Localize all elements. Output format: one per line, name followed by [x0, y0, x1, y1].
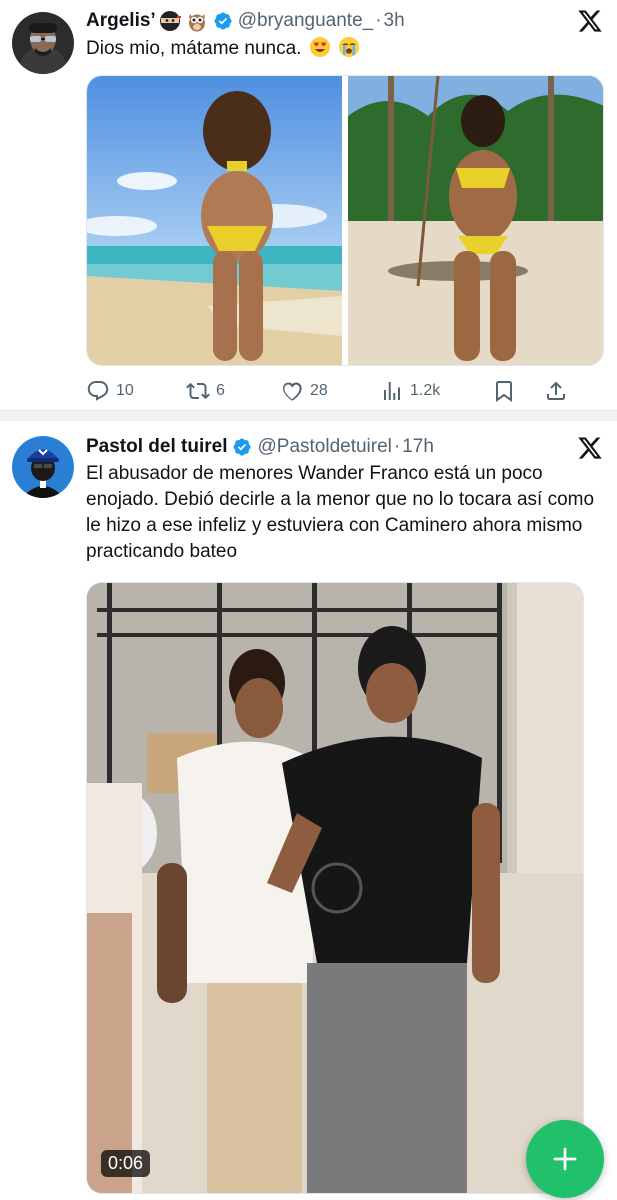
views-icon: [384, 382, 400, 400]
handle[interactable]: @Pastoldetuirel: [257, 436, 391, 458]
separator-dot: ·: [375, 10, 382, 31]
reply-button[interactable]: 10: [86, 379, 186, 403]
reply-count: 10: [116, 382, 134, 399]
handle[interactable]: @bryanguante_: [238, 10, 374, 32]
avatar[interactable]: [12, 12, 74, 74]
bookmark-button[interactable]: [492, 379, 544, 403]
bookmark-icon: [496, 381, 512, 402]
display-name[interactable]: Argelis’: [86, 10, 156, 32]
tweet-separator: [0, 410, 617, 421]
crying-face-icon: [338, 36, 360, 58]
tweet[interactable]: Pastol del tuirel @Pastoldetuirel · 17h …: [0, 421, 617, 1200]
photo[interactable]: [348, 76, 603, 365]
tweet[interactable]: Argelis’ @bryanguante_ · 3h Dios mio, má…: [0, 0, 617, 410]
x-logo-icon[interactable]: [577, 8, 603, 34]
timestamp[interactable]: 17h: [402, 436, 434, 458]
heart-eyes-icon: [309, 36, 331, 58]
like-button[interactable]: 28: [280, 379, 380, 403]
photo[interactable]: [87, 76, 342, 365]
heart-icon: [283, 382, 302, 401]
tweet-text-content: Dios mio, mátame nunca.: [86, 38, 302, 59]
verified-badge-icon: [214, 12, 232, 30]
media-grid[interactable]: [86, 75, 604, 366]
video-duration: 0:06: [101, 1150, 151, 1177]
repost-icon: [186, 382, 210, 400]
x-logo-icon[interactable]: [577, 435, 603, 461]
verified-badge-icon: [233, 438, 252, 456]
tweet-header: Pastol del tuirel @Pastoldetuirel · 17h: [86, 434, 557, 460]
timestamp[interactable]: 3h: [384, 10, 405, 32]
repost-button[interactable]: 6: [186, 379, 280, 403]
tweet-text: Dios mio, mátame nunca.: [86, 36, 595, 62]
repost-count: 6: [216, 382, 225, 399]
display-name[interactable]: Pastol del tuirel: [86, 436, 227, 458]
separator-dot: ·: [393, 436, 401, 457]
tweet-header: Argelis’ @bryanguante_ · 3h: [86, 8, 557, 34]
avatar[interactable]: [12, 436, 74, 498]
like-count: 28: [310, 382, 328, 399]
tweet-text: El abusador de menores Wander Franco est…: [86, 463, 595, 562]
share-button[interactable]: [544, 379, 568, 403]
tweet-actions: 10 6 28 1.2k: [86, 375, 603, 407]
view-count: 1.2k: [410, 382, 441, 399]
share-icon: [547, 381, 565, 400]
plus-icon: [553, 1147, 577, 1171]
reply-icon: [87, 381, 109, 401]
owl-icon: [186, 10, 208, 32]
views-button[interactable]: 1.2k: [380, 379, 492, 403]
compose-button[interactable]: [526, 1120, 604, 1198]
ninja-icon: [159, 10, 181, 32]
video-player[interactable]: 0:06: [86, 582, 584, 1194]
